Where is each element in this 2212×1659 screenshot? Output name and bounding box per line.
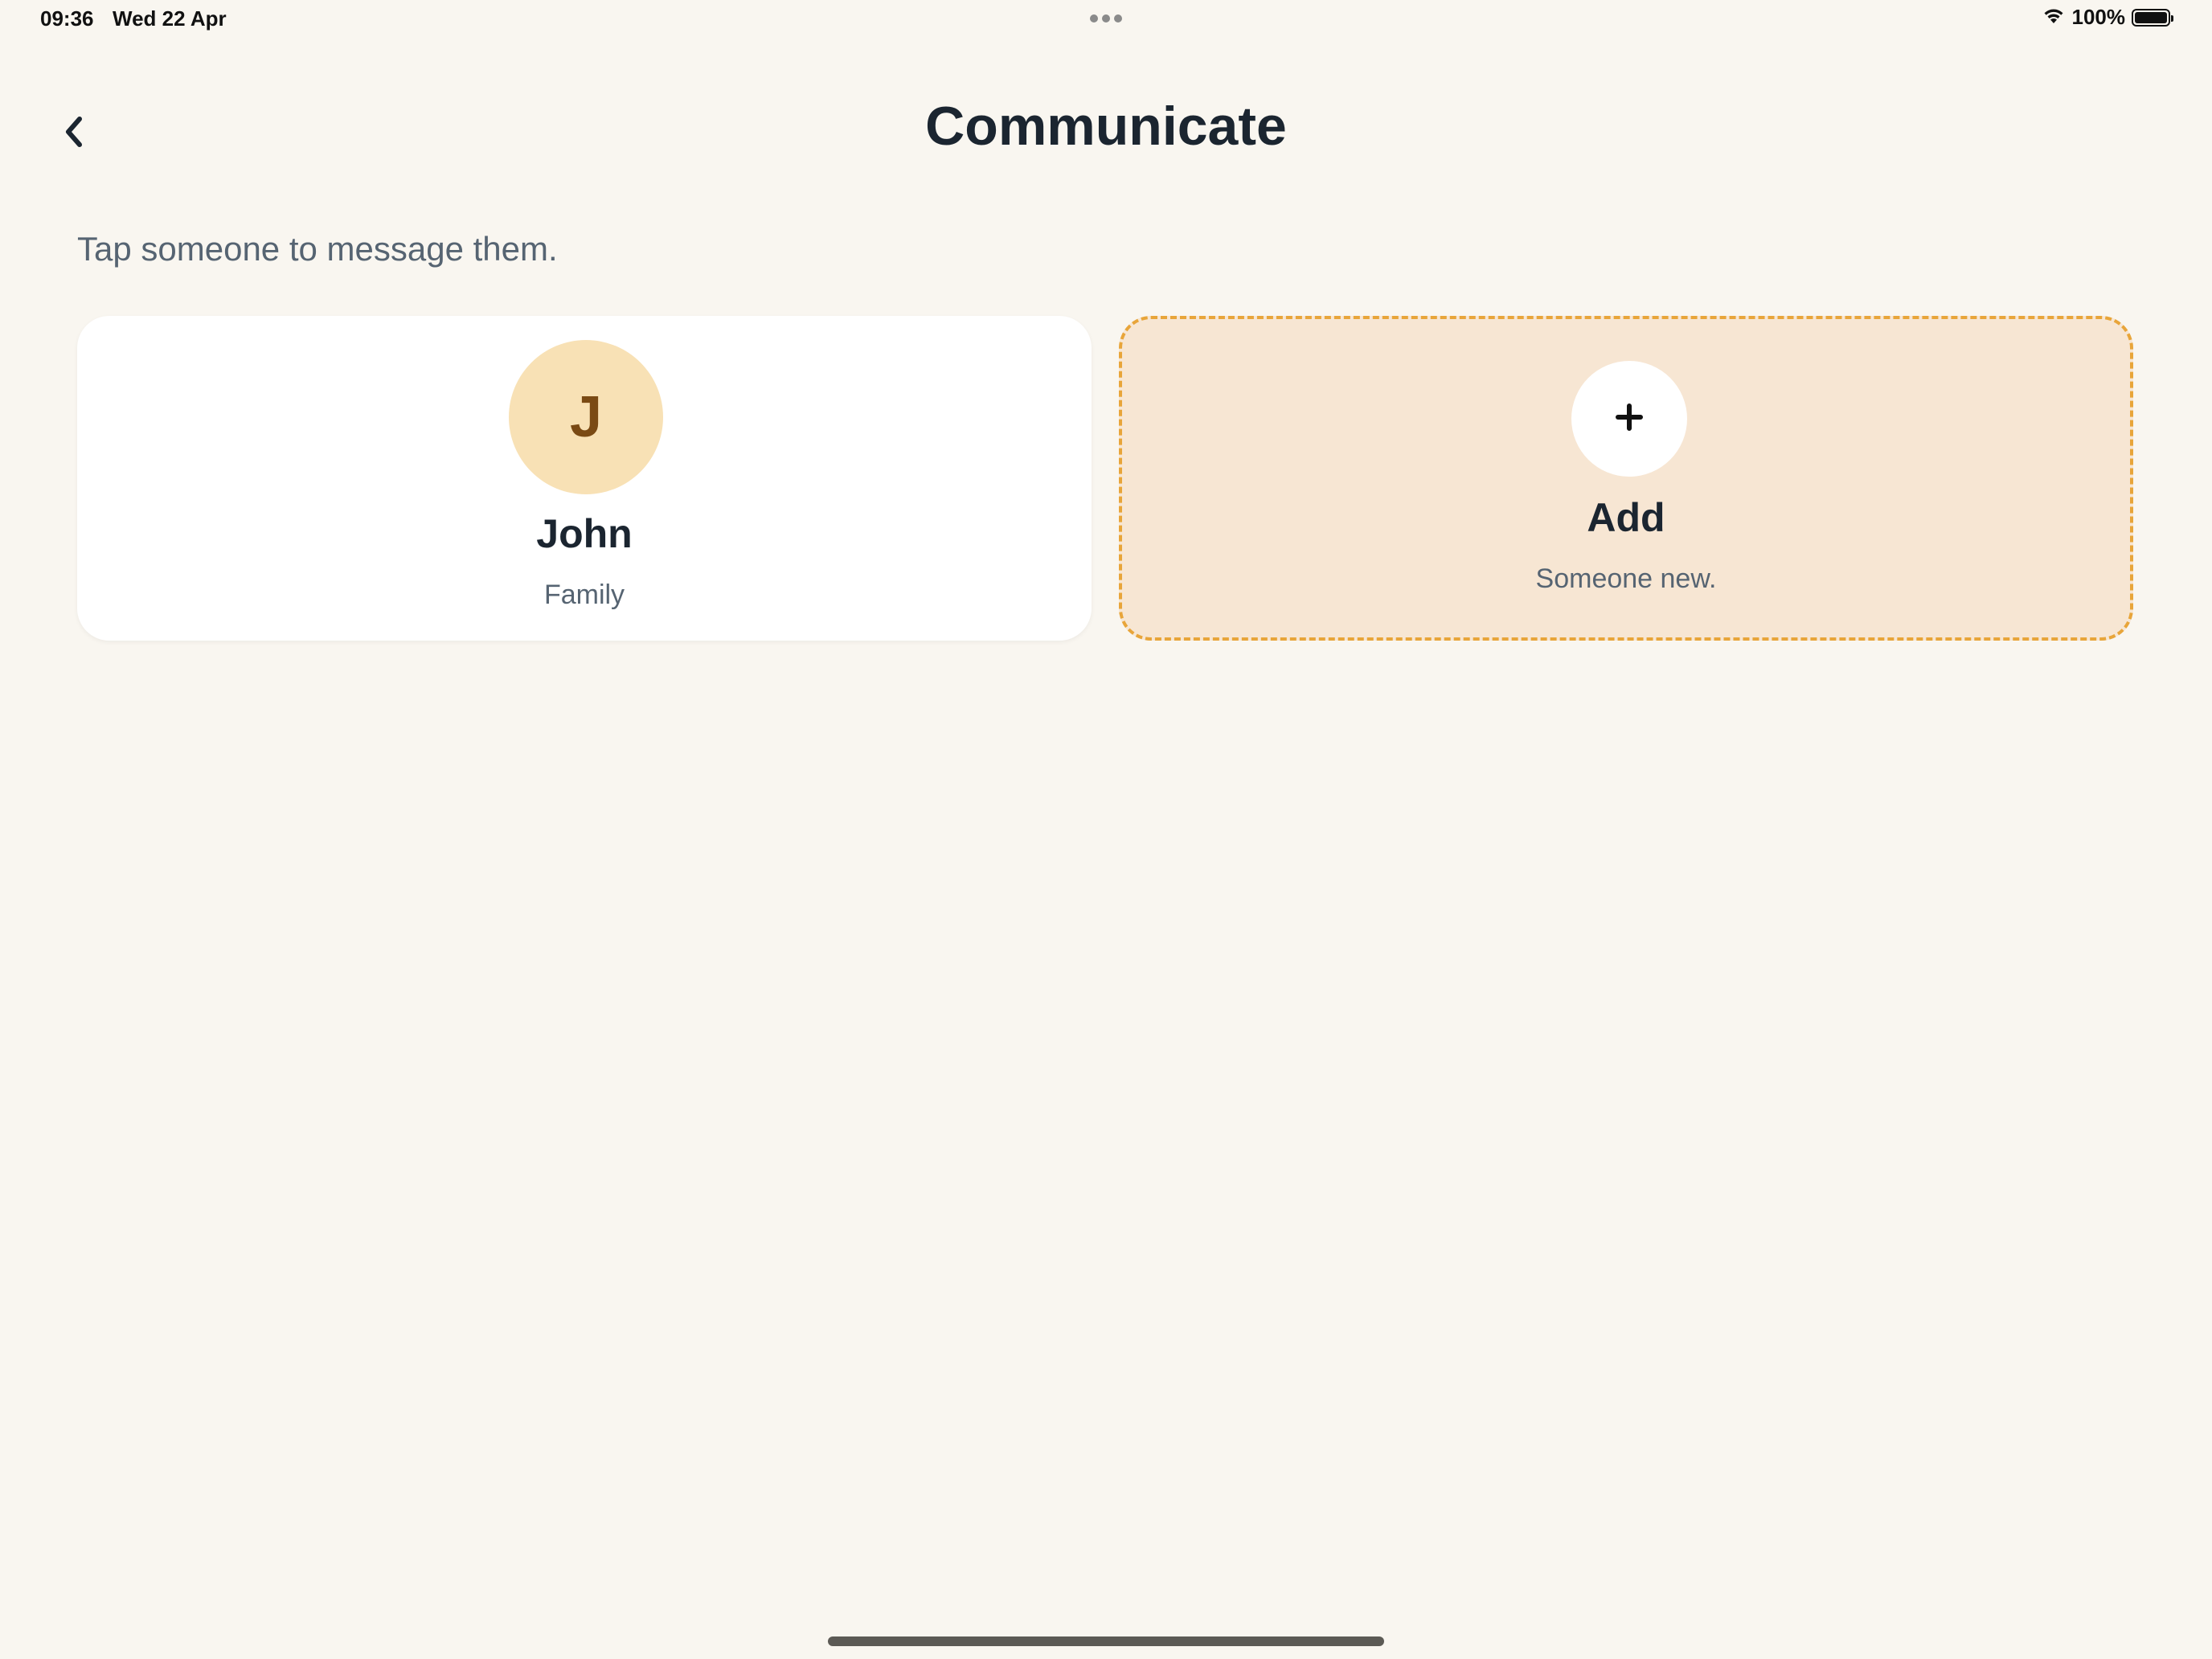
battery-icon bbox=[2132, 8, 2173, 27]
battery-fill bbox=[2135, 11, 2167, 23]
avatar-initial: J bbox=[569, 385, 603, 449]
add-contact-button[interactable]: Add Someone new. bbox=[1119, 316, 2133, 641]
contact-relation: Family bbox=[543, 580, 625, 610]
add-title: Add bbox=[1587, 495, 1665, 540]
contact-name: John bbox=[536, 511, 633, 556]
add-subtitle: Someone new. bbox=[1535, 563, 1717, 594]
avatar: J bbox=[509, 340, 663, 494]
home-indicator[interactable] bbox=[828, 1636, 1384, 1646]
page-title: Communicate bbox=[925, 96, 1287, 157]
status-indicators: 100% bbox=[2042, 5, 2173, 30]
add-circle bbox=[1571, 361, 1687, 477]
status-bar: 09:36 Wed 22 Apr 100% bbox=[0, 0, 2212, 39]
status-date: Wed 22 Apr bbox=[113, 6, 227, 31]
plus-icon bbox=[1613, 401, 1645, 437]
contact-card-john[interactable]: J John Family bbox=[77, 316, 1092, 641]
instructions-text: Tap someone to message them. bbox=[77, 230, 558, 268]
multitasking-dots-icon[interactable] bbox=[1090, 14, 1122, 23]
battery-percent: 100% bbox=[2071, 5, 2126, 29]
status-time: 09:36 bbox=[40, 6, 94, 31]
wifi-icon bbox=[2042, 6, 2066, 29]
